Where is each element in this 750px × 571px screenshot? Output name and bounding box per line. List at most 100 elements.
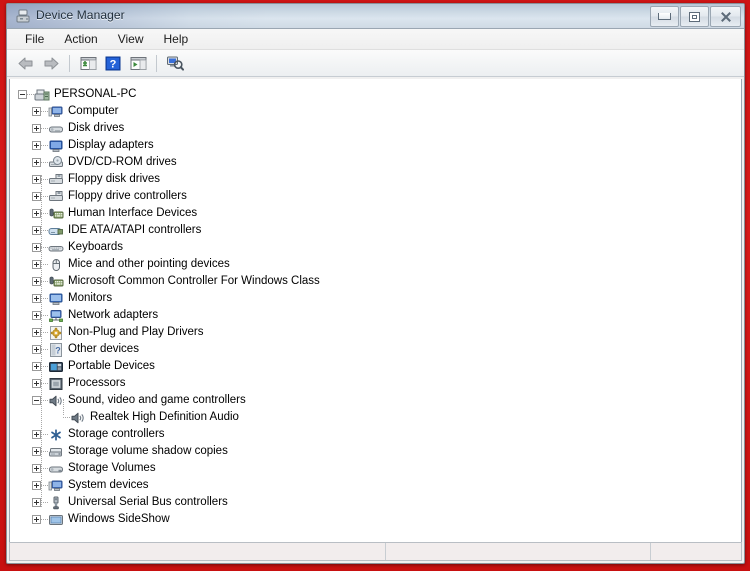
computer-root-icon bbox=[34, 89, 50, 100]
help-button[interactable]: ? bbox=[101, 52, 125, 74]
tree-node-storage-volumes[interactable]: Storage Volumes bbox=[10, 460, 741, 477]
scan-hardware-changes-button[interactable] bbox=[163, 52, 187, 74]
floppy-disk-icon bbox=[49, 173, 63, 184]
tree-node-non-plug-and-play-drivers[interactable]: Non-Plug and Play Drivers bbox=[10, 324, 741, 341]
tree-node-system-devices[interactable]: System devices bbox=[10, 477, 741, 494]
menu-action[interactable]: Action bbox=[54, 30, 107, 48]
tree-node-realtek-high-definition-audio[interactable]: Realtek High Definition Audio bbox=[10, 409, 741, 426]
properties-button[interactable] bbox=[126, 52, 150, 74]
tree-connector bbox=[41, 212, 48, 215]
toolbar-separator-2 bbox=[156, 54, 157, 72]
forward-arrow-icon bbox=[44, 57, 59, 69]
minimize-icon bbox=[658, 13, 671, 20]
title-bar[interactable]: Device Manager bbox=[7, 4, 744, 29]
expander-expand-icon[interactable] bbox=[32, 498, 41, 507]
tree-connector bbox=[41, 280, 48, 283]
tree-node-root[interactable]: PERSONAL-PC bbox=[10, 86, 741, 103]
menu-bar: File Action View Help bbox=[7, 29, 744, 50]
toolbar: ? bbox=[7, 50, 744, 77]
expander-expand-icon[interactable] bbox=[32, 243, 41, 252]
tree-node-label: Non-Plug and Play Drivers bbox=[68, 326, 204, 338]
scan-hardware-icon bbox=[167, 56, 184, 71]
tree-node-network-adapters[interactable]: Network adapters bbox=[10, 307, 741, 324]
tree-node-storage-volume-shadow-copies[interactable]: Storage volume shadow copies bbox=[10, 443, 741, 460]
portable-device-icon bbox=[49, 361, 63, 372]
expander-expand-icon[interactable] bbox=[32, 447, 41, 456]
tree-node-label: Computer bbox=[68, 105, 119, 117]
expander-expand-icon[interactable] bbox=[32, 260, 41, 269]
help-question-icon: ? bbox=[105, 56, 121, 70]
network-adapter-icon bbox=[49, 309, 63, 322]
sideshow-icon bbox=[49, 514, 63, 525]
minimize-button[interactable] bbox=[650, 6, 679, 27]
tree-node-universal-serial-bus-controllers[interactable]: Universal Serial Bus controllers bbox=[10, 494, 741, 511]
hid-icon bbox=[49, 208, 64, 218]
menu-view[interactable]: View bbox=[108, 30, 154, 48]
expander-expand-icon[interactable] bbox=[32, 515, 41, 524]
expander-expand-icon[interactable] bbox=[32, 430, 41, 439]
expander-expand-icon[interactable] bbox=[32, 345, 41, 354]
tree-node-ide-ata-atapi-controllers[interactable]: IDE ATA/ATAPI controllers bbox=[10, 222, 741, 239]
keyboard-icon bbox=[48, 245, 64, 251]
back-arrow-icon bbox=[18, 57, 33, 69]
expander-collapse-icon[interactable] bbox=[18, 90, 27, 99]
tree-node-label: DVD/CD-ROM drives bbox=[68, 156, 177, 168]
expander-expand-icon[interactable] bbox=[32, 226, 41, 235]
tree-node-label: Sound, video and game controllers bbox=[68, 394, 246, 406]
tree-node-floppy-disk-drives[interactable]: Floppy disk drives bbox=[10, 171, 741, 188]
forward-button[interactable] bbox=[39, 52, 63, 74]
tree-node-floppy-drive-controllers[interactable]: Floppy drive controllers bbox=[10, 188, 741, 205]
expander-expand-icon[interactable] bbox=[32, 209, 41, 218]
expander-expand-icon[interactable] bbox=[32, 294, 41, 303]
tree-node-human-interface-devices[interactable]: Human Interface Devices bbox=[10, 205, 741, 222]
device-manager-icon bbox=[16, 9, 30, 23]
expander-expand-icon[interactable] bbox=[32, 379, 41, 388]
dvd-cdrom-icon bbox=[49, 155, 63, 167]
console-tree-icon bbox=[80, 56, 96, 70]
expander-expand-icon[interactable] bbox=[32, 328, 41, 337]
menu-file[interactable]: File bbox=[15, 30, 54, 48]
show-hide-console-tree-button[interactable] bbox=[76, 52, 100, 74]
window-controls bbox=[650, 6, 741, 27]
maximize-button[interactable] bbox=[680, 6, 709, 27]
tree-node-label: Realtek High Definition Audio bbox=[90, 411, 239, 423]
tree-node-keyboards[interactable]: Keyboards bbox=[10, 239, 741, 256]
expander-expand-icon[interactable] bbox=[32, 124, 41, 133]
tree-node-sound-video-game-controllers[interactable]: Sound, video and game controllers bbox=[10, 392, 741, 409]
expander-expand-icon[interactable] bbox=[32, 311, 41, 320]
tree-node-label: Disk drives bbox=[68, 122, 125, 134]
tree-node-monitors[interactable]: Monitors bbox=[10, 290, 741, 307]
hid-icon bbox=[49, 276, 64, 286]
tree-node-microsoft-common-controller[interactable]: Microsoft Common Controller For Windows … bbox=[10, 273, 741, 290]
tree-node-label: Microsoft Common Controller For Windows … bbox=[68, 275, 320, 287]
tree-node-processors[interactable]: Processors bbox=[10, 375, 741, 392]
menu-help[interactable]: Help bbox=[154, 30, 199, 48]
tree-node-storage-controllers[interactable]: Storage controllers bbox=[10, 426, 741, 443]
tree-node-mice-and-other-pointing-devices[interactable]: Mice and other pointing devices bbox=[10, 256, 741, 273]
close-button[interactable] bbox=[710, 6, 741, 27]
tree-node-computer[interactable]: Computer bbox=[10, 103, 741, 120]
tree-node-disk-drives[interactable]: Disk drives bbox=[10, 120, 741, 137]
expander-expand-icon[interactable] bbox=[32, 175, 41, 184]
maximize-icon bbox=[689, 11, 700, 22]
tree-node-portable-devices[interactable]: Portable Devices bbox=[10, 358, 741, 375]
back-button[interactable] bbox=[14, 52, 38, 74]
expander-expand-icon[interactable] bbox=[32, 464, 41, 473]
expander-expand-icon[interactable] bbox=[32, 107, 41, 116]
tree-node-dvd-cdrom-drives[interactable]: DVD/CD-ROM drives bbox=[10, 154, 741, 171]
status-pane-third bbox=[651, 543, 741, 560]
tree-node-other-devices[interactable]: ? Other devices bbox=[10, 341, 741, 358]
tree-node-windows-sideshow[interactable]: Windows SideShow bbox=[10, 511, 741, 528]
expander-expand-icon[interactable] bbox=[32, 158, 41, 167]
tree-node-display-adapters[interactable]: Display adapters bbox=[10, 137, 741, 154]
expander-expand-icon[interactable] bbox=[32, 141, 41, 150]
tree-node-label: Universal Serial Bus controllers bbox=[68, 496, 228, 508]
tree-node-label: Storage controllers bbox=[68, 428, 165, 440]
tree-node-label: Monitors bbox=[68, 292, 113, 304]
expander-expand-icon[interactable] bbox=[32, 362, 41, 371]
expander-expand-icon[interactable] bbox=[32, 277, 41, 286]
expander-expand-icon[interactable] bbox=[32, 481, 41, 490]
expander-collapse-icon[interactable] bbox=[32, 396, 41, 405]
console-tree-pane[interactable]: PERSONAL-PC Computer Disk drives Display… bbox=[9, 79, 742, 544]
expander-expand-icon[interactable] bbox=[32, 192, 41, 201]
